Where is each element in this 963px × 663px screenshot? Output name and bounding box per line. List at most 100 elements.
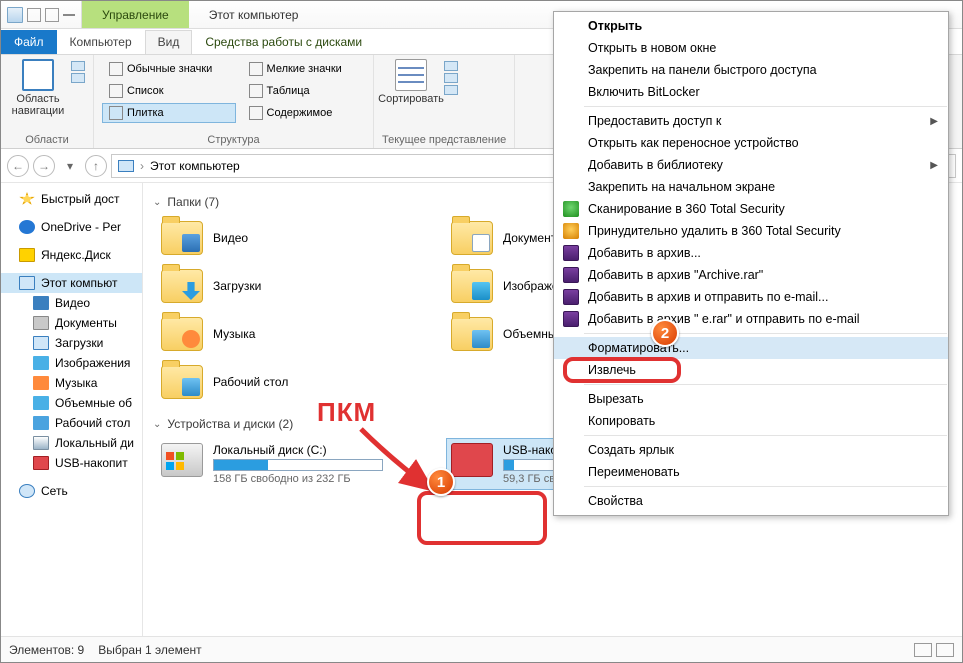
folder-desktop[interactable]: Рабочий стол	[157, 361, 427, 403]
tab-view[interactable]: Вид	[145, 30, 193, 54]
ctx-add-library[interactable]: Добавить в библиотеку▶	[554, 154, 948, 176]
qat-dropdown[interactable]	[63, 14, 75, 16]
separator	[584, 486, 947, 487]
nav-recent-dropdown[interactable]: ▾	[59, 155, 81, 177]
layout-content[interactable]: Содержимое	[242, 103, 365, 123]
pc-icon	[118, 160, 134, 172]
folder-icon	[451, 269, 493, 303]
folder-downloads[interactable]: Загрузки	[157, 265, 427, 307]
context-menu: Открыть Открыть в новом окне Закрепить н…	[553, 11, 949, 516]
tree-music[interactable]: Музыка	[1, 373, 142, 393]
folder-icon	[451, 221, 493, 255]
layout-regular-icons[interactable]: Обычные значки	[102, 59, 236, 79]
tab-disk-tools[interactable]: Средства работы с дисками	[192, 30, 375, 54]
shield-icon	[563, 223, 579, 239]
shield-icon	[563, 201, 579, 217]
folder-icon	[161, 317, 203, 351]
archive-icon	[563, 311, 579, 327]
ctx-enable-bitlocker[interactable]: Включить BitLocker	[554, 81, 948, 103]
contextual-tab-manage: Управление	[82, 1, 189, 28]
group-label-current-view: Текущее представление	[382, 132, 506, 146]
drive-icon	[161, 443, 203, 477]
tree-quick-access[interactable]: Быстрый дост	[1, 189, 142, 209]
folder-icon	[451, 317, 493, 351]
nav-tree[interactable]: Быстрый дост OneDrive - Per Яндекс.Диск …	[1, 183, 143, 636]
ctx-open-portable[interactable]: Открыть как переносное устройство	[554, 132, 948, 154]
ctx-rename[interactable]: Переименовать	[554, 461, 948, 483]
folder-icon	[161, 269, 203, 303]
address-segment[interactable]: Этот компьютер	[150, 159, 240, 173]
tree-yandex-disk[interactable]: Яндекс.Диск	[1, 245, 142, 265]
ctx-create-shortcut[interactable]: Создать ярлык	[554, 439, 948, 461]
chevron-down-icon: ⌄	[153, 419, 161, 430]
ctx-properties[interactable]: Свойства	[554, 490, 948, 512]
view-toggles	[444, 59, 458, 105]
ctx-give-access[interactable]: Предоставить доступ к▶	[554, 110, 948, 132]
tree-onedrive[interactable]: OneDrive - Per	[1, 217, 142, 237]
ctx-add-archive[interactable]: Добавить в архив...	[554, 242, 948, 264]
usb-drive-icon	[451, 443, 493, 477]
archive-icon	[563, 245, 579, 261]
layout-table[interactable]: Таблица	[242, 81, 365, 101]
size-columns-toggle[interactable]	[444, 85, 458, 95]
layout-list[interactable]: Список	[102, 81, 236, 101]
annotation-step-1: 1	[427, 468, 455, 496]
nav-up-button[interactable]: ↑	[85, 155, 107, 177]
nav-pane-icon	[22, 59, 54, 91]
chevron-right-icon: ›	[140, 159, 144, 173]
ctx-add-archive-rar[interactable]: Добавить в архив "Archive.rar"	[554, 264, 948, 286]
ctx-format[interactable]: Форматировать...	[554, 337, 948, 359]
layout-small-icons[interactable]: Мелкие значки	[242, 59, 365, 79]
group-by-toggle[interactable]	[444, 61, 458, 71]
tree-desktop[interactable]: Рабочий стол	[1, 413, 142, 433]
group-label-panes: Области	[9, 132, 85, 146]
details-pane-toggle[interactable]	[71, 73, 85, 83]
tab-file[interactable]: Файл	[1, 30, 57, 54]
separator	[584, 333, 947, 334]
qat-item[interactable]	[45, 8, 59, 22]
tree-3d-objects[interactable]: Объемные об	[1, 393, 142, 413]
sort-label: Сортировать	[378, 93, 444, 105]
add-columns-toggle[interactable]	[444, 73, 458, 83]
folder-music[interactable]: Музыка	[157, 313, 427, 355]
tree-usb-drive[interactable]: USB-накопит	[1, 453, 142, 473]
separator	[584, 384, 947, 385]
ribbon-group-panes: Область навигации Области	[1, 55, 94, 148]
tree-documents[interactable]: Документы	[1, 313, 142, 333]
ctx-copy[interactable]: Копировать	[554, 410, 948, 432]
ctx-add-archive-rar-email[interactable]: Добавить в архив " e.rar" и отправить по…	[554, 308, 948, 330]
ctx-pin-quick-access[interactable]: Закрепить на панели быстрого доступа	[554, 59, 948, 81]
ctx-open-new-window[interactable]: Открыть в новом окне	[554, 37, 948, 59]
chevron-down-icon: ⌄	[153, 197, 161, 208]
sort-button[interactable]: Сортировать	[382, 59, 440, 105]
archive-icon	[563, 267, 579, 283]
tab-computer[interactable]: Компьютер	[57, 30, 145, 54]
tree-this-pc[interactable]: Этот компьют	[1, 273, 142, 293]
tree-video[interactable]: Видео	[1, 293, 142, 313]
nav-forward-button[interactable]: →	[33, 155, 55, 177]
ctx-add-archive-email[interactable]: Добавить в архив и отправить по e-mail..…	[554, 286, 948, 308]
ribbon-group-current-view: Сортировать Текущее представление	[374, 55, 515, 148]
view-details-button[interactable]	[914, 643, 932, 657]
ctx-360-scan[interactable]: Сканирование в 360 Total Security	[554, 198, 948, 220]
ctx-open[interactable]: Открыть	[554, 15, 948, 37]
folder-video[interactable]: Видео	[157, 217, 427, 259]
annotation-step-2: 2	[651, 319, 679, 347]
view-tiles-button[interactable]	[936, 643, 954, 657]
ribbon-group-layout: Обычные значки Мелкие значки Список Табл…	[94, 55, 374, 148]
ctx-360-force-delete[interactable]: Принудительно удалить в 360 Total Securi…	[554, 220, 948, 242]
nav-pane-button[interactable]: Область навигации	[9, 59, 67, 117]
ctx-pin-start[interactable]: Закрепить на начальном экране	[554, 176, 948, 198]
preview-pane-toggle[interactable]	[71, 61, 85, 71]
ctx-cut[interactable]: Вырезать	[554, 388, 948, 410]
tree-local-disk-c[interactable]: Локальный ди	[1, 433, 142, 453]
quick-access-toolbar	[1, 1, 82, 28]
app-icon	[7, 7, 23, 23]
tree-images[interactable]: Изображения	[1, 353, 142, 373]
layout-tile[interactable]: Плитка	[102, 103, 236, 123]
qat-item[interactable]	[27, 8, 41, 22]
tree-network[interactable]: Сеть	[1, 481, 142, 501]
tree-downloads[interactable]: Загрузки	[1, 333, 142, 353]
folder-icon	[161, 221, 203, 255]
nav-back-button[interactable]: ←	[7, 155, 29, 177]
